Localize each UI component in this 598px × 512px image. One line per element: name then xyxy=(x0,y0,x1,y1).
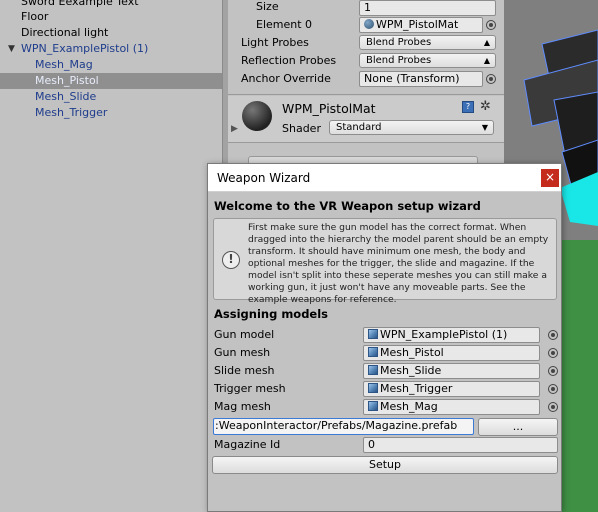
trigger-mesh-label: Trigger mesh xyxy=(214,382,286,395)
size-field[interactable]: 1 xyxy=(359,0,496,16)
prefab-icon xyxy=(368,329,378,339)
material-name: WPM_PistolMat xyxy=(282,101,376,116)
dropdown-arrow-icon: ▼ xyxy=(481,123,488,132)
material-preview-sphere xyxy=(242,101,272,131)
shader-value: Standard xyxy=(336,122,382,133)
mag-mesh-field[interactable]: Mesh_Mag xyxy=(363,399,540,415)
object-picker-icon[interactable] xyxy=(548,330,558,340)
light-probes-label: Light Probes xyxy=(241,36,309,49)
element0-value: WPM_PistolMat xyxy=(376,18,459,31)
info-helpbox: ! First make sure the gun model has the … xyxy=(213,218,557,305)
object-picker-icon[interactable] xyxy=(486,74,496,84)
prefab-icon xyxy=(368,365,378,375)
size-label: Size xyxy=(256,0,279,13)
setup-button[interactable]: Setup xyxy=(212,456,558,474)
object-picker-icon[interactable] xyxy=(548,348,558,358)
slide-mesh-label: Slide mesh xyxy=(214,364,275,377)
hierarchy-item-label: Directional light xyxy=(21,26,109,39)
prefab-icon xyxy=(368,401,378,411)
magazine-id-field[interactable]: 0 xyxy=(363,437,558,453)
element0-label: Element 0 xyxy=(256,18,313,31)
gun-model-field[interactable]: WPN_ExamplePistol (1) xyxy=(363,327,540,343)
anchor-override-field[interactable]: None (Transform) xyxy=(359,71,483,87)
hierarchy-item-floor[interactable]: Floor xyxy=(0,9,222,25)
magazine-id-label: Magazine Id xyxy=(214,438,281,451)
anchor-override-label: Anchor Override xyxy=(241,72,331,85)
section-divider xyxy=(228,142,504,143)
reflection-probes-label: Reflection Probes xyxy=(241,54,337,67)
reflection-probes-dropdown[interactable]: Blend Probes ▲ xyxy=(359,53,496,68)
prefab-icon xyxy=(368,347,378,357)
gun-model-value: WPN_ExamplePistol (1) xyxy=(380,328,508,341)
browse-button[interactable]: ... xyxy=(478,418,558,436)
slide-mesh-value: Mesh_Slide xyxy=(380,364,442,377)
wizard-heading: Welcome to the VR Weapon setup wizard xyxy=(214,199,481,213)
hierarchy-item-directional-light[interactable]: Directional light xyxy=(0,25,222,41)
object-picker-icon[interactable] xyxy=(548,402,558,412)
gear-icon[interactable]: ✲ xyxy=(480,99,491,114)
reflection-probes-value: Blend Probes xyxy=(366,55,432,66)
object-picker-icon[interactable] xyxy=(548,366,558,376)
magazine-prefab-path-input[interactable]: :WeaponInteractor/Prefabs/Magazine.prefa… xyxy=(213,418,474,435)
trigger-mesh-value: Mesh_Trigger xyxy=(380,382,453,395)
trigger-mesh-field[interactable]: Mesh_Trigger xyxy=(363,381,540,397)
hierarchy-item-mesh-pistol[interactable]: Mesh_Pistol xyxy=(0,73,222,89)
hierarchy-item-mesh-mag[interactable]: Mesh_Mag xyxy=(0,57,222,73)
element0-field[interactable]: WPM_PistolMat xyxy=(359,17,483,33)
close-icon[interactable]: × xyxy=(541,169,559,187)
dropdown-arrow-icon: ▲ xyxy=(483,38,490,47)
hierarchy-item-label: Mesh_Mag xyxy=(35,58,93,71)
shader-dropdown[interactable]: Standard ▼ xyxy=(329,120,494,135)
info-icon: ! xyxy=(222,251,240,269)
wizard-title: Weapon Wizard xyxy=(217,171,311,185)
dropdown-arrow-icon: ▲ xyxy=(483,56,490,65)
shader-label: Shader xyxy=(282,122,321,135)
slide-mesh-field[interactable]: Mesh_Slide xyxy=(363,363,540,379)
hierarchy-item-label: Mesh_Slide xyxy=(35,90,97,103)
mag-mesh-label: Mag mesh xyxy=(214,400,271,413)
light-probes-dropdown[interactable]: Blend Probes ▲ xyxy=(359,35,496,50)
hierarchy-item-label: WPN_ExamplePistol (1) xyxy=(21,42,149,55)
gun-mesh-label: Gun mesh xyxy=(214,346,271,359)
gun-mesh-value: Mesh_Pistol xyxy=(380,346,444,359)
hierarchy-item-mesh-trigger[interactable]: Mesh_Trigger xyxy=(0,105,222,121)
hierarchy-item-label: Mesh_Pistol xyxy=(35,74,99,87)
help-text: First make sure the gun model has the co… xyxy=(248,222,549,305)
prefab-icon xyxy=(368,383,378,393)
weapon-wizard-window: Weapon Wizard × Welcome to the VR Weapon… xyxy=(207,163,562,512)
gun-mesh-field[interactable]: Mesh_Pistol xyxy=(363,345,540,361)
hierarchy-item-mesh-slide[interactable]: Mesh_Slide xyxy=(0,89,222,105)
section-heading: Assigning models xyxy=(214,307,329,321)
hierarchy-item-label: Mesh_Trigger xyxy=(35,106,108,119)
gun-model-label: Gun model xyxy=(214,328,275,341)
light-probes-value: Blend Probes xyxy=(366,37,432,48)
material-icon xyxy=(364,19,374,29)
hierarchy-item-label: Floor xyxy=(21,10,49,23)
mag-mesh-value: Mesh_Mag xyxy=(380,400,438,413)
expand-arrow-icon[interactable]: ▼ xyxy=(8,41,15,57)
object-picker-icon[interactable] xyxy=(486,20,496,30)
wizard-titlebar[interactable]: Weapon Wizard × xyxy=(208,164,561,192)
object-picker-icon[interactable] xyxy=(548,384,558,394)
hierarchy-item-label: Sword Eexample Text xyxy=(21,0,139,8)
foldout-arrow-icon[interactable]: ▶ xyxy=(231,124,238,134)
section-divider xyxy=(228,94,504,95)
hierarchy-panel: Sword Eexample Text Floor Directional li… xyxy=(0,0,222,512)
hierarchy-item-wpn-examplepistol[interactable]: ▼ WPN_ExamplePistol (1) xyxy=(0,41,222,57)
help-book-icon[interactable]: ? xyxy=(462,101,474,113)
